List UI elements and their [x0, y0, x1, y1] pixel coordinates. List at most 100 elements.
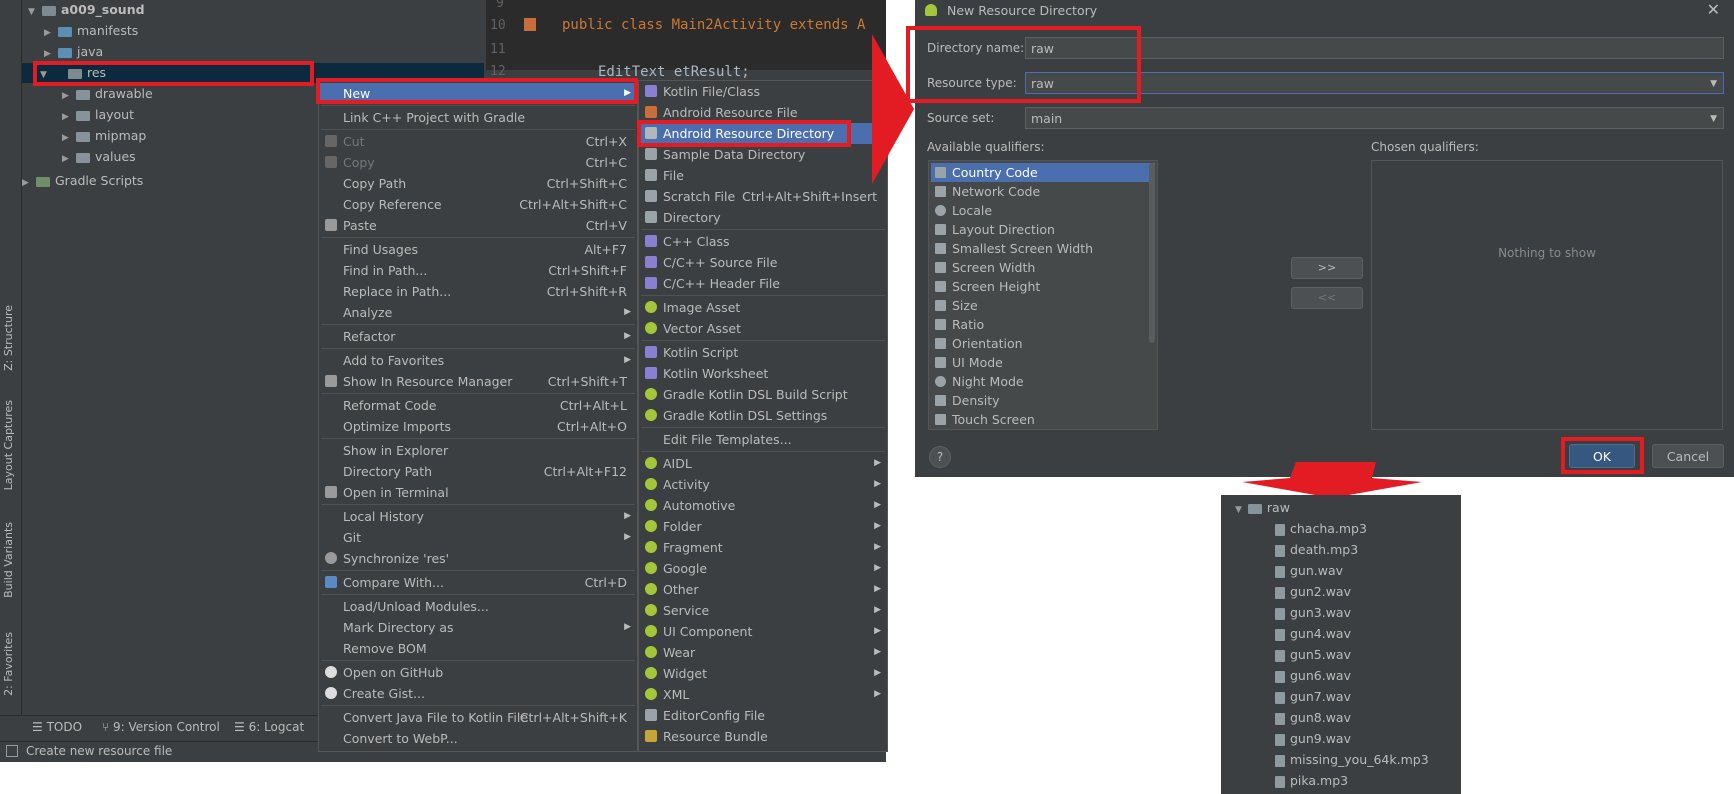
- expand-arrow-icon[interactable]: ▼: [1235, 505, 1242, 515]
- submenu-item-gradle-settings[interactable]: Gradle Kotlin DSL Settings: [639, 405, 887, 426]
- qualifier-ui-mode[interactable]: UI Mode: [931, 353, 1155, 372]
- qualifier-screen-width[interactable]: Screen Width: [931, 258, 1155, 277]
- submenu-item-scratch-file[interactable]: Scratch File Ctrl+Alt+Shift+Insert: [639, 186, 887, 207]
- file-row[interactable]: gun9.wav: [1275, 728, 1351, 749]
- menu-item-show-resource-manager[interactable]: Show In Resource Manager Ctrl+Shift+T: [319, 371, 637, 392]
- submenu-item-aidl[interactable]: AIDL ▶: [639, 453, 887, 474]
- remove-qualifier-button[interactable]: <<: [1291, 287, 1363, 309]
- menu-item-local-history[interactable]: Local History ▶: [319, 506, 637, 527]
- file-row[interactable]: chacha.mp3: [1275, 518, 1367, 539]
- submenu-item-resource-bundle[interactable]: Resource Bundle: [639, 726, 887, 747]
- submenu-item-automotive[interactable]: Automotive ▶: [639, 495, 887, 516]
- menu-item-convert-webp[interactable]: Convert to WebP...: [319, 728, 637, 749]
- submenu-item-fragment[interactable]: Fragment ▶: [639, 537, 887, 558]
- submenu-item-directory[interactable]: Directory: [639, 207, 887, 228]
- version-control-tab[interactable]: ⑂ 9: Version Control: [102, 720, 220, 734]
- submenu-item-image-asset[interactable]: Image Asset: [639, 297, 887, 318]
- tree-row-raw[interactable]: ▼ raw: [1235, 497, 1290, 518]
- available-qualifiers-list[interactable]: Country Code Network Code Locale Layout …: [928, 160, 1158, 430]
- menu-item-link-cpp[interactable]: Link C++ Project with Gradle: [319, 107, 637, 128]
- qualifier-density[interactable]: Density: [931, 391, 1155, 410]
- file-row[interactable]: gun6.wav: [1275, 665, 1351, 686]
- build-variants-tab[interactable]: Build Variants: [2, 522, 15, 598]
- file-row[interactable]: gun5.wav: [1275, 644, 1351, 665]
- submenu-item-kotlin-worksheet[interactable]: Kotlin Worksheet: [639, 363, 887, 384]
- file-row[interactable]: gun4.wav: [1275, 623, 1351, 644]
- menu-item-refactor[interactable]: Refactor ▶: [319, 326, 637, 347]
- submenu-item-kotlin-file[interactable]: Kotlin File/Class: [639, 81, 887, 102]
- collapsed-arrow-icon[interactable]: ▶: [44, 23, 58, 43]
- chosen-qualifiers-list[interactable]: Nothing to show: [1371, 160, 1723, 430]
- collapsed-arrow-icon[interactable]: ▶: [22, 173, 36, 193]
- submenu-item-edit-templates[interactable]: Edit File Templates...: [639, 429, 887, 450]
- qualifier-size[interactable]: Size: [931, 296, 1155, 315]
- submenu-item-folder[interactable]: Folder ▶: [639, 516, 887, 537]
- menu-item-replace-in-path[interactable]: Replace in Path... Ctrl+Shift+R: [319, 281, 637, 302]
- submenu-item-vector-asset[interactable]: Vector Asset: [639, 318, 887, 339]
- qualifier-smallest-screen-width[interactable]: Smallest Screen Width: [931, 239, 1155, 258]
- code-editor[interactable]: 9 10 11 12 public class Main2Activity ex…: [486, 0, 886, 80]
- menu-item-mark-directory[interactable]: Mark Directory as ▶: [319, 617, 637, 638]
- close-icon[interactable]: ✕: [1707, 0, 1720, 19]
- menu-item-copy-reference[interactable]: Copy Reference Ctrl+Alt+Shift+C: [319, 194, 637, 215]
- menu-item-cut[interactable]: Cut Ctrl+X: [319, 131, 637, 152]
- qualifier-network-code[interactable]: Network Code: [931, 182, 1155, 201]
- submenu-item-service[interactable]: Service ▶: [639, 600, 887, 621]
- submenu-item-cpp-source[interactable]: C/C++ Source File: [639, 252, 887, 273]
- qualifier-screen-height[interactable]: Screen Height: [931, 277, 1155, 296]
- structure-tab[interactable]: Z: Structure: [2, 305, 15, 371]
- menu-item-find-usages[interactable]: Find Usages Alt+F7: [319, 239, 637, 260]
- file-row[interactable]: gun7.wav: [1275, 686, 1351, 707]
- submenu-item-widget[interactable]: Widget ▶: [639, 663, 887, 684]
- submenu-item-wear[interactable]: Wear ▶: [639, 642, 887, 663]
- tree-row-java[interactable]: ▶ java: [44, 42, 103, 62]
- file-row[interactable]: pika.mp3: [1275, 770, 1348, 791]
- qualifier-locale[interactable]: Locale: [931, 201, 1155, 220]
- collapsed-arrow-icon[interactable]: ▶: [62, 86, 76, 106]
- file-row[interactable]: missing_you_64k.mp3: [1275, 749, 1429, 770]
- favorites-tab[interactable]: 2: Favorites: [2, 632, 15, 696]
- menu-item-convert-kotlin[interactable]: Convert Java File to Kotlin File Ctrl+Alt…: [319, 707, 637, 728]
- menu-item-show-in-explorer[interactable]: Show in Explorer: [319, 440, 637, 461]
- add-qualifier-button[interactable]: >>: [1291, 257, 1363, 279]
- file-row[interactable]: gun.wav: [1275, 560, 1343, 581]
- expand-arrow-icon[interactable]: ▼: [28, 2, 42, 22]
- menu-item-copy-path[interactable]: Copy Path Ctrl+Shift+C: [319, 173, 637, 194]
- tree-row-values[interactable]: ▶ values: [62, 147, 136, 167]
- collapsed-arrow-icon[interactable]: ▶: [62, 107, 76, 127]
- submenu-item-cpp-class[interactable]: C++ Class: [639, 231, 887, 252]
- file-row[interactable]: gun8.wav: [1275, 707, 1351, 728]
- qualifier-orientation[interactable]: Orientation: [931, 334, 1155, 353]
- tree-row-mipmap[interactable]: ▶ mipmap: [62, 126, 146, 146]
- menu-item-reformat-code[interactable]: Reformat Code Ctrl+Alt+L: [319, 395, 637, 416]
- source-set-select[interactable]: main ▼: [1025, 107, 1724, 129]
- submenu-item-xml[interactable]: XML ▶: [639, 684, 887, 705]
- menu-item-git[interactable]: Git ▶: [319, 527, 637, 548]
- qualifier-touch-screen[interactable]: Touch Screen: [931, 410, 1155, 429]
- menu-item-compare-with[interactable]: Compare With... Ctrl+D: [319, 572, 637, 593]
- submenu-item-kotlin-script[interactable]: Kotlin Script: [639, 342, 887, 363]
- menu-item-analyze[interactable]: Analyze ▶: [319, 302, 637, 323]
- tree-row-manifests[interactable]: ▶ manifests: [44, 21, 138, 41]
- menu-item-open-terminal[interactable]: Open in Terminal: [319, 482, 637, 503]
- menu-item-open-github[interactable]: Open on GitHub: [319, 662, 637, 683]
- file-row[interactable]: gun2.wav: [1275, 581, 1351, 602]
- tree-row-gradle[interactable]: ▶ Gradle Scripts: [22, 171, 143, 191]
- menu-item-add-to-favorites[interactable]: Add to Favorites ▶: [319, 350, 637, 371]
- tree-row-project[interactable]: ▼ a009_sound: [28, 0, 145, 20]
- collapsed-arrow-icon[interactable]: ▶: [62, 149, 76, 169]
- menu-item-find-in-path[interactable]: Find in Path... Ctrl+Shift+F: [319, 260, 637, 281]
- file-row[interactable]: gun3.wav: [1275, 602, 1351, 623]
- menu-item-directory-path[interactable]: Directory Path Ctrl+Alt+F12: [319, 461, 637, 482]
- submenu-item-editorconfig[interactable]: EditorConfig File: [639, 705, 887, 726]
- qualifier-layout-direction[interactable]: Layout Direction: [931, 220, 1155, 239]
- logcat-tab[interactable]: ☰ 6: Logcat: [234, 720, 304, 734]
- submenu-item-sample-data-directory[interactable]: Sample Data Directory: [639, 144, 887, 165]
- todo-tab[interactable]: ☰ TODO: [32, 720, 82, 734]
- menu-item-create-gist[interactable]: Create Gist...: [319, 683, 637, 704]
- qualifier-night-mode[interactable]: Night Mode: [931, 372, 1155, 391]
- qualifier-ratio[interactable]: Ratio: [931, 315, 1155, 334]
- submenu-item-activity[interactable]: Activity ▶: [639, 474, 887, 495]
- submenu-item-gradle-build-script[interactable]: Gradle Kotlin DSL Build Script: [639, 384, 887, 405]
- cancel-button[interactable]: Cancel: [1652, 444, 1724, 468]
